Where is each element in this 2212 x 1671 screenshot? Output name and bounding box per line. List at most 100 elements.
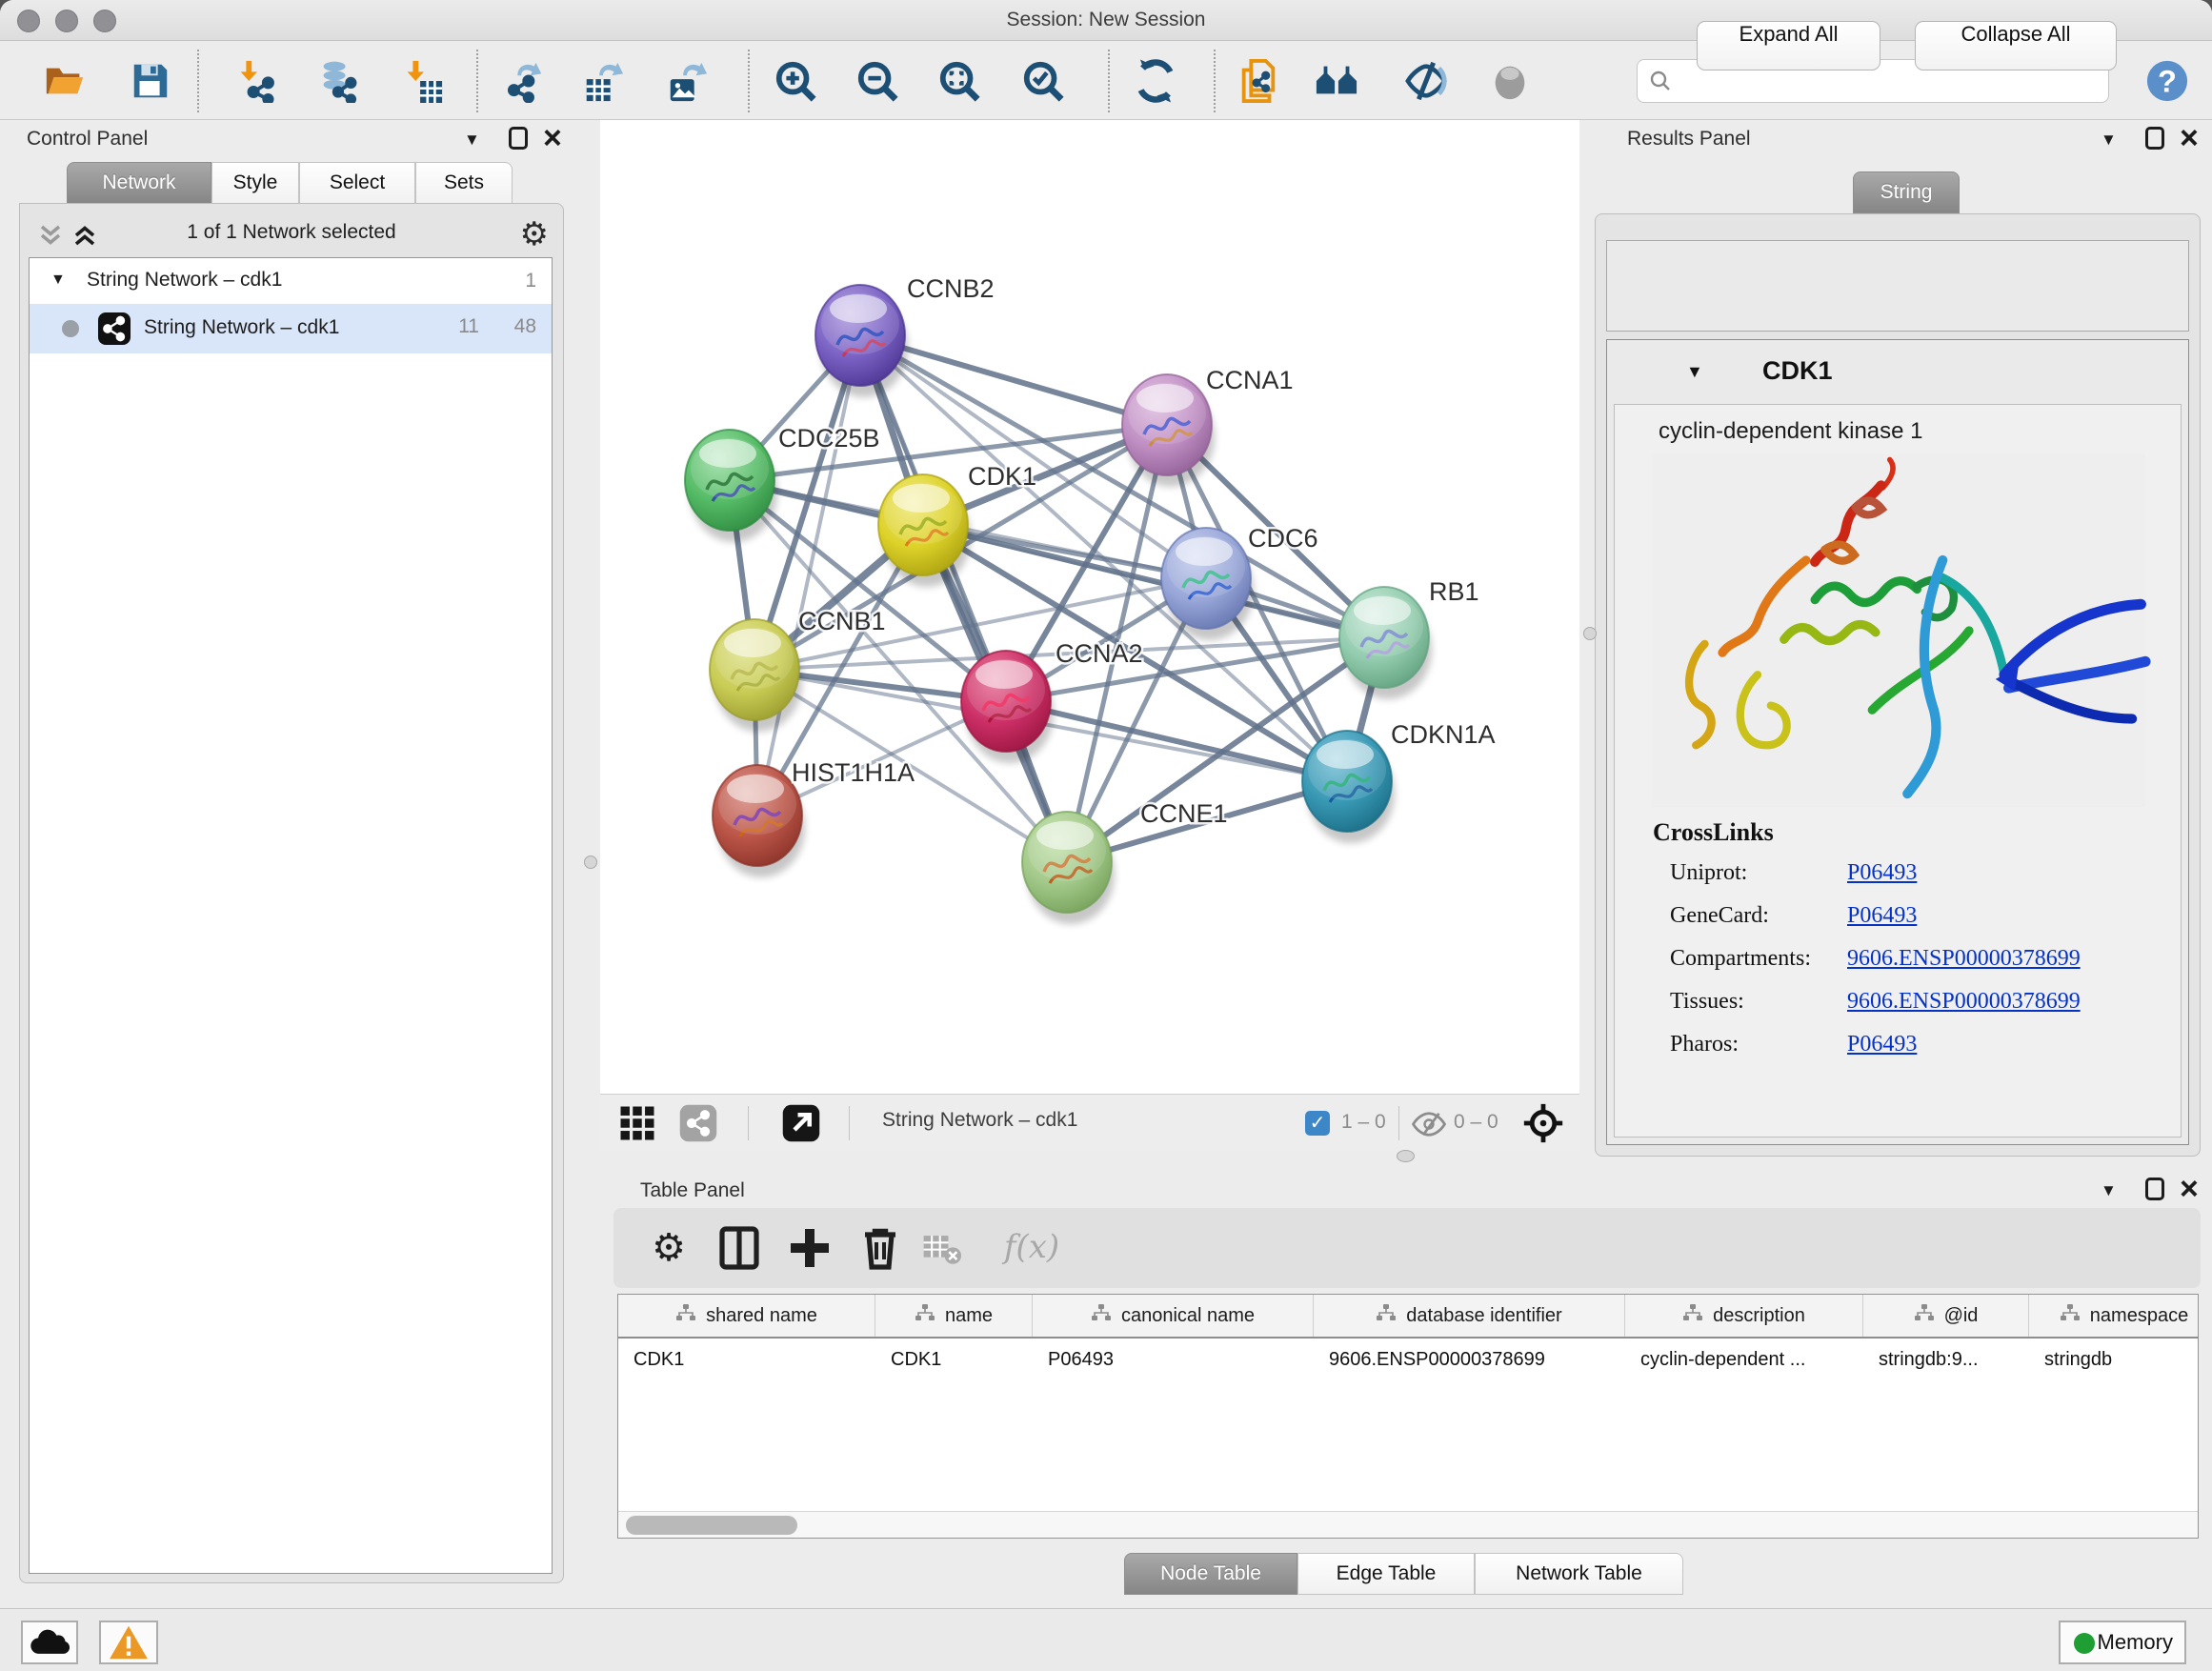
column-type-icon [1091, 1303, 1112, 1328]
collapse-all-button[interactable]: Collapse All [1915, 21, 2117, 70]
duplicate-network-icon[interactable] [1237, 59, 1280, 103]
save-session-icon[interactable] [129, 59, 172, 103]
first-neighbors-icon[interactable] [1315, 59, 1358, 103]
detach-view-icon[interactable] [781, 1103, 821, 1143]
column-header-shared-name[interactable]: shared name [618, 1295, 875, 1337]
node-CCNA1[interactable] [1122, 374, 1215, 487]
tab-string[interactable]: String [1853, 171, 1960, 213]
table-cell[interactable]: stringdb [2029, 1340, 2199, 1382]
import-table-icon[interactable] [400, 59, 444, 103]
column-header-database-identifier[interactable]: database identifier [1314, 1295, 1625, 1337]
column-header-description[interactable]: description [1625, 1295, 1863, 1337]
selected-checkbox-icon[interactable]: ✓ [1305, 1111, 1330, 1136]
network-options-gear-icon[interactable]: ⚙ [520, 215, 549, 253]
tab-edge-table[interactable]: Edge Table [1297, 1553, 1475, 1595]
tab-sets[interactable]: Sets [415, 162, 513, 204]
crosslink-link[interactable]: 9606.ENSP00000378699 [1847, 989, 2081, 1015]
expand-all-button[interactable]: Expand All [1697, 21, 1880, 70]
node-CCNA2[interactable] [961, 651, 1054, 763]
table-panel-float-icon[interactable] [2145, 1178, 2164, 1200]
node-CDK1[interactable] [878, 474, 971, 587]
node-CDKN1A[interactable] [1302, 731, 1395, 843]
show-hide-annotations-icon[interactable] [1404, 59, 1448, 103]
tab-select[interactable]: Select [299, 162, 415, 204]
right-divider-handle[interactable] [1583, 627, 1597, 640]
control-panel-title: Control Panel [27, 128, 148, 151]
control-panel-menu-icon[interactable]: ▼ [464, 131, 480, 150]
network-collection-row[interactable]: ▼ String Network – cdk1 1 [30, 258, 552, 304]
crosslink-link[interactable]: P06493 [1847, 903, 1917, 929]
scrollbar-thumb[interactable] [626, 1516, 797, 1535]
tab-network[interactable]: Network [67, 162, 211, 204]
table-settings-icon[interactable]: ⚙ [646, 1225, 692, 1271]
table-row[interactable]: CDK1CDK1P064939606.ENSP00000378699cyclin… [618, 1340, 2199, 1382]
show-columns-icon[interactable] [716, 1225, 762, 1271]
table-panel-menu-icon[interactable]: ▼ [2101, 1181, 2117, 1200]
control-panel-close-icon[interactable]: × [543, 127, 562, 150]
gene-section-collapse-icon[interactable]: ▼ [1686, 362, 1703, 382]
add-column-icon[interactable] [787, 1225, 833, 1271]
results-panel-close-icon[interactable]: × [2180, 127, 2199, 150]
tab-network-table[interactable]: Network Table [1475, 1553, 1683, 1595]
edge-CCNA2-CDKN1A[interactable] [1006, 701, 1347, 781]
memory-button[interactable]: Memory [2059, 1621, 2186, 1664]
results-panel-float-icon[interactable] [2145, 127, 2164, 150]
column-header-name[interactable]: name [875, 1295, 1033, 1337]
import-network-database-icon[interactable] [314, 59, 358, 103]
column-header--id[interactable]: @id [1863, 1295, 2029, 1337]
table-cell[interactable]: CDK1 [618, 1340, 875, 1382]
birds-eye-toggle-icon[interactable] [1522, 1102, 1564, 1144]
edge-CCNB2-HIST1H1A[interactable] [757, 335, 860, 815]
open-session-icon[interactable] [43, 59, 87, 103]
warnings-button[interactable] [99, 1621, 158, 1664]
zoom-fit-icon[interactable] [937, 59, 981, 103]
control-panel-float-icon[interactable] [509, 127, 528, 150]
node-CDC25B[interactable] [685, 430, 777, 542]
help-icon[interactable]: ? [2145, 59, 2189, 103]
zoom-selected-icon[interactable] [1021, 59, 1065, 103]
search-icon [1649, 70, 1672, 92]
table-cell[interactable]: 9606.ENSP00000378699 [1314, 1340, 1625, 1382]
network-node-count: 11 [458, 315, 479, 338]
node-RB1[interactable] [1339, 587, 1432, 699]
crosslink-link[interactable]: P06493 [1847, 860, 1917, 886]
toolbar-divider [476, 50, 478, 112]
collection-expand-icon[interactable]: ▼ [50, 272, 66, 289]
zoom-in-icon[interactable] [774, 59, 817, 103]
table-cell[interactable]: CDK1 [875, 1340, 1033, 1382]
grid-view-icon[interactable] [617, 1103, 657, 1143]
node-CCNB1[interactable] [710, 619, 802, 732]
tab-style[interactable]: Style [211, 162, 299, 204]
delete-table-icon[interactable] [922, 1225, 962, 1271]
network-canvas[interactable]: CCNB2CCNA1CDC25BCDK1CDC6RB1CCNB1CCNA2CDK… [600, 120, 1579, 1094]
node-CCNB2[interactable] [815, 285, 908, 397]
cloud-button[interactable] [21, 1621, 78, 1664]
node-CCNE1[interactable] [1022, 812, 1115, 924]
results-panel-menu-icon[interactable]: ▼ [2101, 131, 2117, 150]
horizontal-divider-handle[interactable] [1397, 1150, 1415, 1162]
left-divider-handle[interactable] [584, 856, 597, 869]
table-cell[interactable]: P06493 [1033, 1340, 1314, 1382]
refresh-icon[interactable] [1134, 59, 1177, 103]
column-label: canonical name [1121, 1305, 1255, 1327]
crosslink-link[interactable]: 9606.ENSP00000378699 [1847, 946, 2081, 972]
function-builder-icon[interactable]: f(x) [991, 1225, 1073, 1271]
export-table-icon[interactable] [581, 59, 625, 103]
export-network-icon[interactable] [503, 59, 547, 103]
zoom-out-icon[interactable] [855, 59, 899, 103]
import-network-file-icon[interactable] [233, 59, 277, 103]
bird-eye-icon[interactable] [1488, 59, 1532, 103]
crosslink-row: Pharos:P06493 [1670, 1032, 2165, 1057]
column-header-canonical-name[interactable]: canonical name [1033, 1295, 1314, 1337]
tab-node-table[interactable]: Node Table [1124, 1553, 1297, 1595]
table-panel-close-icon[interactable]: × [2180, 1178, 2199, 1200]
export-image-icon[interactable] [665, 59, 709, 103]
table-cell[interactable]: stringdb:9... [1863, 1340, 2029, 1382]
crosslink-link[interactable]: P06493 [1847, 1032, 1917, 1057]
table-cell[interactable]: cyclin-dependent ... [1625, 1340, 1863, 1382]
string-view-icon[interactable] [678, 1103, 718, 1143]
delete-column-icon[interactable] [857, 1225, 903, 1271]
network-row[interactable]: String Network – cdk1 11 48 [30, 304, 552, 353]
column-header-namespace[interactable]: namespace [2029, 1295, 2199, 1337]
table-horizontal-scrollbar[interactable] [618, 1511, 2198, 1538]
